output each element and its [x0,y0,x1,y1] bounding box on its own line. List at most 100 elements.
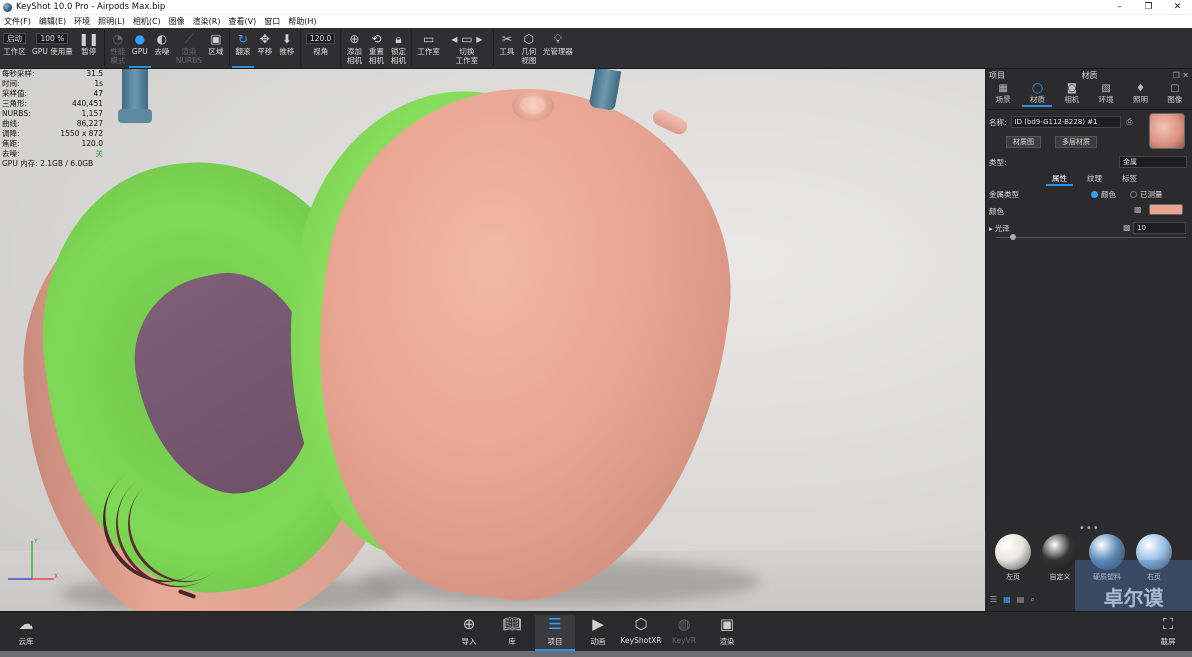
geometry-view-button[interactable]: ⬡ 几何 视图 [518,28,540,68]
roughness-slider[interactable] [996,234,1186,240]
stat-value: 86,227 [76,119,103,128]
expand-arrow-icon[interactable]: ▸ [989,224,993,233]
color-swatch[interactable] [1149,204,1183,215]
noise-control-button [650,107,690,137]
library-book-icon: 📖︎ [502,615,522,633]
render-nurbs-button[interactable]: ⟋ 渲染 NURBS [173,28,205,68]
tab-image[interactable]: ▢ 图像 [1160,83,1190,107]
animation-label: 动画 [590,637,606,646]
type-select[interactable]: 金属 [1119,156,1187,168]
roughness-input[interactable]: 10 [1133,222,1186,234]
tab-lighting[interactable]: ♦ 照明 [1125,83,1155,107]
menu-lighting[interactable]: 照明(L) [94,16,129,27]
slider-knob[interactable] [1010,234,1016,240]
stat-label: 焦距: [2,139,20,148]
menu-image[interactable]: 图像 [165,16,189,27]
denoise-button[interactable]: ◐ 去噪 [151,28,173,68]
gpu-usage-select[interactable]: 100 % [36,33,69,44]
menu-edit[interactable]: 编辑(E) [35,16,70,27]
tab-camera[interactable]: ◙ 相机 [1057,83,1087,107]
region-button[interactable]: ▣ 区域 [205,28,227,68]
panel-title: 材质 [1081,70,1098,80]
menu-file[interactable]: 文件(F) [0,16,35,27]
workspace-control[interactable]: 启动 工作区 [0,28,29,68]
material-preview-swatch[interactable] [1149,113,1185,149]
tab-environment[interactable]: ▧ 环境 [1091,83,1121,107]
lock-camera-button[interactable]: 🔒︎ 锁定 相机 [387,28,409,68]
keyshotxr-button[interactable]: ⬡ KeyShotXR [621,615,662,645]
menu-camera[interactable]: 相机(C) [129,16,165,27]
menu-help[interactable]: 帮助(H) [284,16,320,27]
stat-row: 调降: 1550 x 872 [0,129,106,139]
keyvr-button[interactable]: ◍ KeyVR [664,615,704,645]
material-graph-button[interactable]: 材质图 [1006,136,1041,148]
minimize-button[interactable]: – [1105,0,1134,14]
save-material-icon[interactable]: ⎙ [1127,117,1133,127]
tab-scene-label: 场景 [995,95,1011,104]
name-field[interactable]: ID (bd9-G112-B228) #1 [1010,116,1121,128]
fov-control[interactable]: 120.0 视角 [303,28,338,68]
switch-studio-button[interactable]: ◂ ▭ ▸ 切换 工作室 [443,28,491,68]
material-thumb[interactable]: 左页 [990,534,1036,582]
tab-scene[interactable]: ▦ 场景 [988,83,1018,107]
animation-button[interactable]: ▶ 动画 [578,615,618,647]
add-camera-icon: ⊕ [349,32,360,46]
tab-material[interactable]: ◯ 材质 [1022,83,1053,107]
workspace-select[interactable]: 启动 [3,33,26,44]
dolly-label: 推移 [279,47,295,56]
gpu-button[interactable]: ● GPU [128,28,151,68]
multi-material-button[interactable]: 多层材质 [1055,136,1097,148]
gpu-usage-control[interactable]: 100 % GPU 使用量 [29,28,76,68]
studio-button[interactable]: ▭ 工作室 [414,28,443,68]
library-label: 库 [508,637,516,646]
menu-window[interactable]: 窗口 [260,16,284,27]
radio-color[interactable] [1091,191,1098,198]
stat-value: 440,451 [71,99,103,108]
close-button[interactable]: ✕ [1163,0,1192,14]
light-manager-button[interactable]: 💡︎ 光管理器 [540,28,576,68]
performance-mode-button[interactable]: ◔ 性能 模式 [107,28,129,68]
menu-view[interactable]: 查看(V) [224,16,260,27]
add-camera-button[interactable]: ⊕ 添加 相机 [343,28,365,68]
texture-slot-icon[interactable]: ▩ [1134,205,1142,214]
stat-row: 去噪: 关 [0,149,106,159]
subtab-textures[interactable]: 纹理 [1081,173,1108,186]
screenshot-button[interactable]: ⛶ 截屏 [1148,615,1188,647]
grid-view-icon[interactable]: ▦ [1003,595,1011,605]
library-button[interactable]: 📖︎ 库 [492,615,532,647]
maximize-button[interactable]: ❐ [1134,0,1163,14]
render-button[interactable]: ▣ 渲染 [707,615,747,647]
render-viewport[interactable] [0,69,985,611]
render-label: 渲染 [719,637,735,646]
name-label: 名称: [989,117,1007,127]
subtab-labels[interactable]: 标签 [1116,173,1143,186]
dolly-button[interactable]: ⬇ 推移 [276,28,298,68]
subtab-properties[interactable]: 属性 [1046,173,1073,186]
panel-window-buttons[interactable]: ❐ ✕ [1173,71,1189,80]
stat-row: NURBS: 1,157 [0,109,106,119]
tumble-label: 翻滚 [235,47,251,56]
pause-button[interactable]: ❚❚ 暂停 [76,28,102,68]
texture-slot-icon[interactable]: ▩ [1123,223,1131,232]
folder-icon[interactable]: ▤ [1017,595,1025,605]
color-row: 颜色 [989,206,1004,217]
pan-button[interactable]: ✥ 平移 [254,28,276,68]
color-label: 颜色 [989,207,1004,216]
search-icon[interactable]: ⌕ [1030,595,1034,605]
material-ball [1042,534,1078,570]
tools-button[interactable]: ✂ 工具 [496,28,518,68]
project-button[interactable]: ☰ 项目 [535,615,575,651]
import-button[interactable]: ⊕ 导入 [449,615,489,647]
more-dots-icon[interactable]: ••• [1079,523,1100,534]
fov-input[interactable]: 120.0 [305,33,336,44]
radio-measured[interactable] [1130,191,1137,198]
tumble-button[interactable]: ↻ 翻滚 [231,28,254,68]
panel-header: 项目 材质 ❐ ✕ [986,69,1192,81]
cloud-library-button[interactable]: ☁ 云库 [6,615,46,647]
list-view-icon[interactable]: ☰ [990,595,997,605]
menu-render[interactable]: 渲染(R) [189,16,225,27]
reset-camera-button[interactable]: ⟲ 重置 相机 [365,28,387,68]
light-manager-label: 光管理器 [542,47,573,56]
menu-environment[interactable]: 环境 [70,16,94,27]
import-icon: ⊕ [462,615,476,633]
